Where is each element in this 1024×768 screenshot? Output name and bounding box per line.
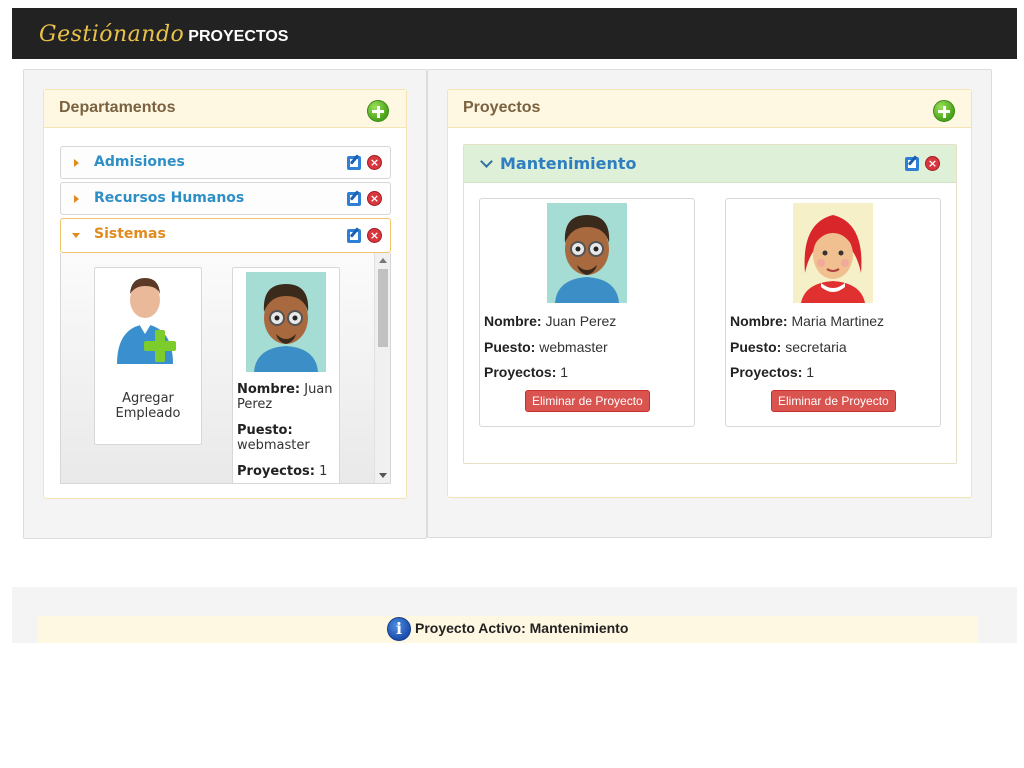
employees-scrollbar[interactable] [374,253,390,483]
employees-scroll-area[interactable]: Agregar Empleado Nombre: Juan Perez Pues… [60,253,391,484]
name-value: Maria Martinez [791,313,885,329]
accordion-item-admisiones[interactable]: Admisiones × [60,146,391,179]
scroll-down-arrow-icon[interactable] [379,473,387,478]
employee-avatar [246,272,326,372]
projects-panel: Proyectos Mantenimiento × Nombre: Juan P… [447,89,972,498]
position-label: Puesto: [730,339,782,355]
projects-label: Proyectos: [730,364,803,380]
projects-value: 1 [806,364,815,380]
member-name: Nombre: Maria Martinez [730,313,884,329]
remove-from-project-button[interactable]: Eliminar de Proyecto [525,390,650,412]
member-position: Puesto: webmaster [484,339,608,355]
projects-value: 1 [560,364,569,380]
name-value: Juan Perez [545,313,617,329]
remove-from-project-button[interactable]: Eliminar de Proyecto [771,390,896,412]
department-label: Admisiones [94,154,185,170]
department-label: Sistemas [94,226,166,242]
brand-logo[interactable]: Gestiónando PROYECTOS [39,22,288,52]
employee-card[interactable]: Nombre: Juan Perez Puesto: webmaster Pro… [232,267,340,483]
edit-icon[interactable] [347,229,361,243]
projects-label: Proyectos: [484,364,557,380]
accordion-item-recursos-humanos[interactable]: Recursos Humanos × [60,182,391,215]
position-label: Puesto: [484,339,536,355]
departments-panel-header: Departamentos [44,90,406,128]
position-value: webmaster [237,438,310,453]
active-project-status: Proyecto Activo: Mantenimiento [415,620,629,636]
chevron-down-icon[interactable] [480,155,493,168]
member-projects: Proyectos: 1 [730,364,814,380]
project-member-card: Nombre: Juan Perez Puesto: webmaster Pro… [479,198,695,427]
departments-panel: Departamentos Admisiones × Recursos Huma… [43,89,407,499]
brand-script-text: Gestiónando [39,22,185,47]
caret-down-icon [72,233,80,238]
position-value: webmaster [539,339,608,355]
employee-name: Nombre: Juan Perez [237,382,337,412]
project-section: Mantenimiento × Nombre: Juan Perez Puest… [463,144,957,464]
caret-right-icon [74,195,79,203]
projects-value: 1 [319,464,328,479]
projects-label: Proyectos: [237,464,315,479]
add-employee-card[interactable]: Agregar Empleado [94,267,202,445]
position-value: secretaria [785,339,847,355]
project-member-card: Nombre: Maria Martinez Puesto: secretari… [725,198,941,427]
delete-icon[interactable]: × [367,228,382,243]
info-icon: i [387,617,411,641]
caret-right-icon [74,159,79,167]
scroll-up-arrow-icon[interactable] [379,258,387,263]
delete-icon[interactable]: × [367,155,382,170]
add-department-icon[interactable] [367,100,389,122]
member-avatar [793,203,873,303]
name-label: Nombre: [484,313,542,329]
name-label: Nombre: [730,313,788,329]
department-label: Recursos Humanos [94,190,245,206]
member-avatar [547,203,627,303]
member-name: Nombre: Juan Perez [484,313,616,329]
member-projects: Proyectos: 1 [484,364,568,380]
edit-icon[interactable] [905,157,919,171]
delete-icon[interactable]: × [367,191,382,206]
projects-title: Proyectos [463,99,541,116]
brand-text: PROYECTOS [188,28,289,45]
edit-icon[interactable] [347,192,361,206]
edit-icon[interactable] [347,156,361,170]
projects-panel-header: Proyectos [448,90,971,128]
add-employee-label: Agregar Empleado [115,391,181,421]
employee-projects: Proyectos: 1 [237,464,337,479]
member-position: Puesto: secretaria [730,339,847,355]
employee-position: Puesto: webmaster [237,423,337,453]
accordion-item-sistemas[interactable]: Sistemas × [60,218,391,253]
add-user-icon [117,278,176,364]
delete-icon[interactable]: × [925,156,940,171]
name-label: Nombre: [237,382,301,397]
project-header[interactable]: Mantenimiento × [464,145,956,183]
top-navbar: Gestiónando PROYECTOS [12,8,1017,59]
scroll-thumb[interactable] [378,269,388,347]
add-project-icon[interactable] [933,100,955,122]
departments-title: Departamentos [59,99,176,116]
position-label: Puesto: [237,423,293,438]
project-name: Mantenimiento [500,154,637,173]
